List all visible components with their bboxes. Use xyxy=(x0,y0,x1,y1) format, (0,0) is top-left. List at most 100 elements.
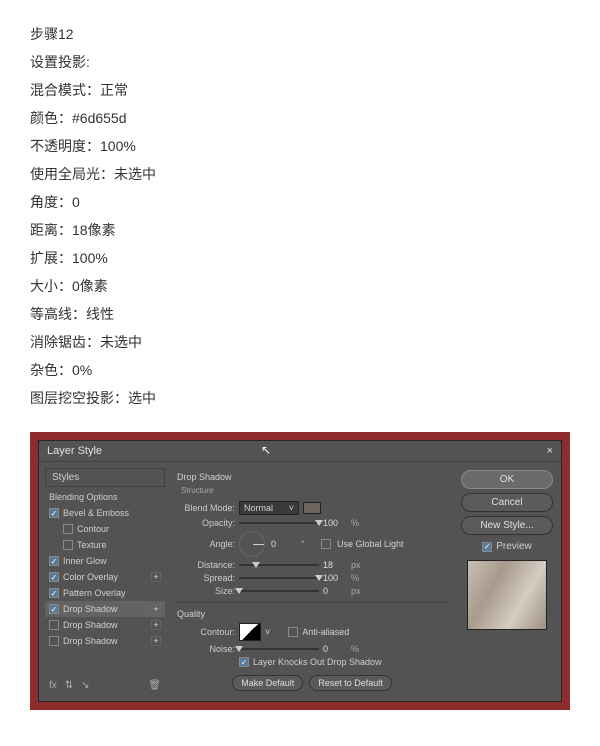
add-effect-icon[interactable]: + xyxy=(151,620,161,630)
effect-label: Texture xyxy=(77,540,107,550)
reset-default-button[interactable]: Reset to Default xyxy=(309,675,392,691)
doc-line: 距离：18像素 xyxy=(30,216,570,244)
group-sub: Structure xyxy=(181,486,447,495)
group-structure: Drop Shadow xyxy=(177,472,447,482)
new-style-button[interactable]: New Style... xyxy=(461,516,553,535)
noise-value[interactable]: 0 xyxy=(323,644,347,654)
effect-label: Color Overlay xyxy=(63,572,118,582)
effect-row[interactable]: Drop Shadow + xyxy=(45,633,165,649)
effect-checkbox[interactable] xyxy=(63,540,73,550)
trash-icon[interactable]: 🗑 xyxy=(148,680,161,691)
distance-slider[interactable] xyxy=(239,564,319,566)
effect-row[interactable]: ✓ Pattern Overlay xyxy=(45,585,165,601)
color-swatch[interactable] xyxy=(303,502,321,514)
effect-row[interactable]: ✓ Drop Shadow + xyxy=(45,601,165,617)
size-label: Size: xyxy=(177,586,235,596)
global-light-label: Use Global Light xyxy=(337,539,404,549)
doc-line: 使用全局光：未选中 xyxy=(30,160,570,188)
effect-checkbox[interactable] xyxy=(49,636,59,646)
preview-checkbox[interactable]: ✓ xyxy=(482,542,492,552)
effect-row[interactable]: ✓ Inner Glow xyxy=(45,553,165,569)
add-effect-icon[interactable]: + xyxy=(151,636,161,646)
effect-row[interactable]: Contour xyxy=(45,521,165,537)
spread-value[interactable]: 100 xyxy=(323,573,347,583)
doc-line: 设置投影: xyxy=(30,48,570,76)
article-text: 步骤12 设置投影: 混合模式：正常 颜色：#6d655d 不透明度：100% … xyxy=(0,0,600,432)
doc-line: 杂色：0% xyxy=(30,356,570,384)
antialias-label: Anti-aliased xyxy=(302,627,349,637)
effect-row[interactable]: Texture xyxy=(45,537,165,553)
antialias-checkbox[interactable] xyxy=(288,627,298,637)
cancel-button[interactable]: Cancel xyxy=(461,493,553,512)
distance-value[interactable]: 18 xyxy=(323,560,347,570)
effect-checkbox[interactable]: ✓ xyxy=(49,588,59,598)
global-light-checkbox[interactable] xyxy=(321,539,331,549)
preview-label: Preview xyxy=(496,541,532,552)
close-icon[interactable]: × xyxy=(547,445,553,457)
styles-header[interactable]: Styles xyxy=(45,468,165,487)
size-value[interactable]: 0 xyxy=(323,586,347,596)
spread-slider[interactable] xyxy=(239,577,319,579)
chevron-down-icon[interactable]: ˅ xyxy=(265,627,270,637)
doc-line: 图层挖空投影：选中 xyxy=(30,384,570,412)
doc-line: 颜色：#6d655d xyxy=(30,104,570,132)
opacity-label: Opacity: xyxy=(177,518,235,528)
effects-footer: fx ⇅ ↘ 🗑 xyxy=(45,676,165,695)
effect-row[interactable]: Blending Options xyxy=(45,489,165,505)
effect-checkbox[interactable]: ✓ xyxy=(49,556,59,566)
effect-row[interactable]: ✓ Color Overlay + xyxy=(45,569,165,585)
knockout-label: Layer Knocks Out Drop Shadow xyxy=(253,657,382,667)
settings-panel: Drop Shadow Structure Blend Mode: Normal… xyxy=(169,468,455,695)
angle-dial[interactable] xyxy=(239,531,265,557)
angle-label: Angle: xyxy=(177,539,235,549)
effect-checkbox[interactable]: ✓ xyxy=(49,604,59,614)
doc-line: 扩展：100% xyxy=(30,244,570,272)
doc-line: 不透明度：100% xyxy=(30,132,570,160)
doc-line: 角度：0 xyxy=(30,188,570,216)
blend-mode-label: Blend Mode: xyxy=(177,503,235,513)
effect-label: Inner Glow xyxy=(63,556,107,566)
effect-label: Blending Options xyxy=(49,492,118,502)
effect-checkbox[interactable]: ✓ xyxy=(49,572,59,582)
effect-label: Drop Shadow xyxy=(63,604,118,614)
add-effect-icon[interactable]: + xyxy=(151,572,161,582)
effect-label: Contour xyxy=(77,524,109,534)
ok-button[interactable]: OK xyxy=(461,470,553,489)
step-title: 步骤12 xyxy=(30,20,570,48)
effect-row[interactable]: Drop Shadow + xyxy=(45,617,165,633)
fx-icon[interactable]: fx xyxy=(49,680,57,691)
add-effect-icon[interactable]: + xyxy=(151,604,161,614)
doc-line: 消除锯齿：未选中 xyxy=(30,328,570,356)
effect-checkbox[interactable] xyxy=(63,524,73,534)
noise-label: Noise: xyxy=(177,644,235,654)
effect-label: Drop Shadow xyxy=(63,620,118,630)
effect-row[interactable]: ✓ Bevel & Emboss xyxy=(45,505,165,521)
effect-checkbox[interactable] xyxy=(49,620,59,630)
effect-label: Bevel & Emboss xyxy=(63,508,129,518)
doc-line: 等高线：线性 xyxy=(30,300,570,328)
dialog-title: Layer Style xyxy=(47,445,102,457)
preview-thumbnail xyxy=(467,560,547,630)
contour-label: Contour: xyxy=(177,627,235,637)
contour-picker[interactable] xyxy=(239,623,261,641)
effect-label: Pattern Overlay xyxy=(63,588,126,598)
noise-slider[interactable] xyxy=(239,648,319,650)
layer-style-dialog: ↖ Layer Style × Styles Blending Options✓… xyxy=(38,440,562,702)
effect-checkbox[interactable]: ✓ xyxy=(49,508,59,518)
add-icon[interactable]: ↘ xyxy=(81,680,89,691)
screenshot-frame: ↖ Layer Style × Styles Blending Options✓… xyxy=(30,432,570,710)
blend-mode-select[interactable]: Normal˅ xyxy=(239,501,299,515)
group-quality: Quality xyxy=(177,609,447,619)
effect-label: Drop Shadow xyxy=(63,636,118,646)
opacity-value[interactable]: 100 xyxy=(323,518,347,528)
knockout-checkbox[interactable]: ✓ xyxy=(239,657,249,667)
opacity-slider[interactable] xyxy=(239,522,319,524)
doc-line: 混合模式：正常 xyxy=(30,76,570,104)
dialog-titlebar[interactable]: Layer Style × xyxy=(39,441,561,462)
effects-panel: Styles Blending Options ✓ Bevel & Emboss Co… xyxy=(45,468,165,695)
distance-label: Distance: xyxy=(177,560,235,570)
angle-value[interactable]: 0 xyxy=(271,539,295,549)
size-slider[interactable] xyxy=(239,590,319,592)
make-default-button[interactable]: Make Default xyxy=(232,675,303,691)
arrow-up-down-icon[interactable]: ⇅ xyxy=(65,680,73,691)
